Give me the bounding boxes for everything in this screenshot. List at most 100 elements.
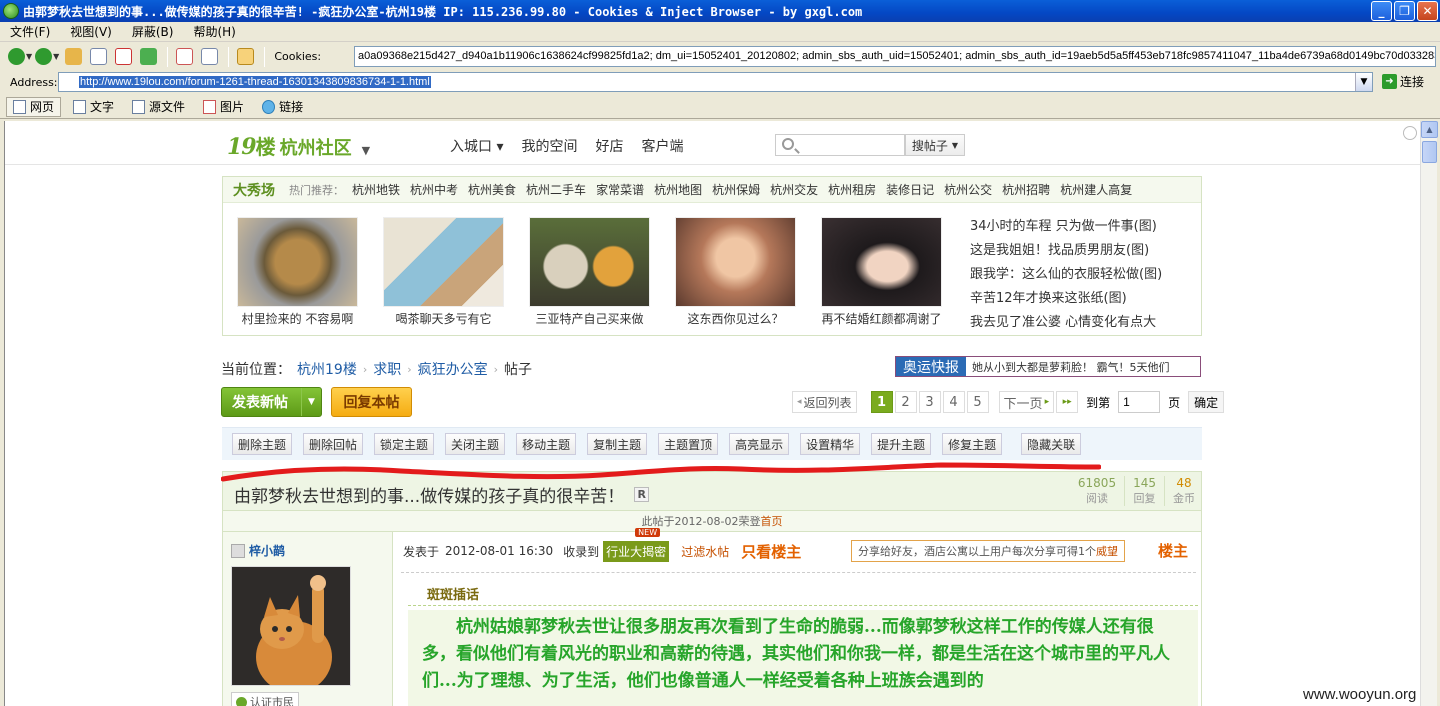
author-name-text[interactable]: 梓小鹋: [249, 542, 285, 559]
inject-button[interactable]: [234, 46, 256, 68]
thumbnail-caption[interactable]: 这东西你见过么？: [675, 310, 796, 327]
hot-tag[interactable]: 杭州租房: [828, 181, 876, 198]
menu-block[interactable]: 屏蔽(B): [132, 23, 174, 40]
hot-tag[interactable]: 杭州地铁: [352, 181, 400, 198]
hot-tag[interactable]: 杭州招聘: [1002, 181, 1050, 198]
thumbnail-image[interactable]: [383, 217, 504, 307]
side-link[interactable]: 跟我学：这么仙的衣服轻松做(图): [970, 263, 1162, 287]
new-page-button[interactable]: [87, 46, 109, 68]
vertical-scrollbar[interactable]: ▲: [1420, 121, 1438, 706]
nav-my-space[interactable]: 我的空间: [521, 136, 577, 156]
only-op-link[interactable]: 只看楼主: [741, 541, 801, 562]
breadcrumb-link[interactable]: 疯狂办公室: [418, 359, 488, 379]
chevron-down-icon[interactable]: ▼: [1355, 73, 1372, 91]
save-button[interactable]: [173, 46, 195, 68]
thumbnail-item[interactable]: 这东西你见过么？: [675, 217, 796, 327]
hot-tag[interactable]: 杭州二手车: [526, 181, 586, 198]
site-logo[interactable]: 19 楼 杭州社区 ▼: [227, 131, 370, 160]
admin-button[interactable]: 删除回帖: [303, 433, 364, 455]
hot-tag[interactable]: 装修日记: [886, 181, 934, 198]
back-button[interactable]: ▼: [8, 46, 32, 68]
hot-tag[interactable]: 杭州地图: [654, 181, 702, 198]
copy-button[interactable]: [198, 46, 220, 68]
goto-ok-button[interactable]: 确定: [1188, 391, 1225, 413]
restore-button[interactable]: ❐: [1394, 1, 1415, 21]
nav-shops[interactable]: 好店: [595, 136, 623, 156]
page-link[interactable]: 4: [942, 391, 965, 413]
thumbnail-image[interactable]: [529, 217, 650, 307]
avatar[interactable]: [231, 566, 351, 686]
thumbnail-caption[interactable]: 三亚特产自己买来做: [529, 310, 650, 327]
menu-view[interactable]: 视图(V): [70, 23, 112, 40]
goto-page-input[interactable]: [1118, 391, 1161, 413]
olympic-text[interactable]: 她从小到大都是萝莉脸！ 霸气！5天他们: [972, 359, 1170, 375]
last-page-button[interactable]: ▸▸: [1056, 391, 1079, 413]
author-name[interactable]: 梓小鹋: [231, 542, 285, 559]
thumbnail-image[interactable]: [237, 217, 358, 307]
breadcrumb-link[interactable]: 求职: [373, 359, 401, 379]
scroll-up-icon[interactable]: ▲: [1421, 121, 1438, 138]
side-link[interactable]: 我去见了准公婆 心情变化有点大: [970, 311, 1162, 335]
page-link[interactable]: 2: [894, 391, 917, 413]
chevron-down-icon[interactable]: ▼: [301, 388, 321, 416]
hot-tag[interactable]: 杭州中考: [410, 181, 458, 198]
hot-tag[interactable]: 杭州保姆: [712, 181, 760, 198]
tab-webpage[interactable]: 网页: [6, 96, 62, 117]
admin-button[interactable]: 修复主题: [942, 433, 1003, 455]
admin-button[interactable]: 提升主题: [871, 433, 932, 455]
side-link[interactable]: 辛苦12年才换来这张纸(图): [970, 287, 1162, 311]
thumbnail-item[interactable]: 再不结婚红颜都凋谢了: [821, 217, 942, 327]
page-link-current[interactable]: 1: [870, 391, 893, 413]
scrollbar-thumb[interactable]: [1422, 141, 1437, 163]
menu-file[interactable]: 文件(F): [10, 23, 50, 40]
admin-button[interactable]: 主题置顶: [658, 433, 719, 455]
page-link[interactable]: 3: [918, 391, 941, 413]
stop-button[interactable]: [112, 46, 134, 68]
breadcrumb-link[interactable]: 杭州19楼: [297, 359, 357, 379]
admin-button[interactable]: 移动主题: [516, 433, 577, 455]
new-post-button[interactable]: 发表新帖 ▼: [221, 387, 322, 417]
forward-button[interactable]: ▼: [35, 46, 59, 68]
admin-button[interactable]: 关闭主题: [445, 433, 506, 455]
home-button[interactable]: [62, 46, 84, 68]
thumbnail-item[interactable]: 喝茶聊天多亏有它: [383, 217, 504, 327]
r-badge[interactable]: R: [634, 487, 650, 502]
address-input[interactable]: http://www.19lou.com/forum-1261-thread-1…: [58, 72, 1373, 92]
tab-text[interactable]: 文字: [67, 97, 120, 117]
admin-button[interactable]: 隐藏关联: [1021, 433, 1082, 455]
hot-tag[interactable]: 杭州建人高复: [1060, 181, 1132, 198]
tab-links[interactable]: 链接: [256, 97, 309, 117]
cookies-input[interactable]: a0a09368e215d427_d940a1b11906c1638624cf9…: [354, 46, 1436, 67]
olympic-news[interactable]: 奥运快报 她从小到大都是萝莉脸！ 霸气！5天他们: [895, 356, 1201, 377]
reply-button[interactable]: 回复本帖: [331, 387, 412, 417]
share-coin[interactable]: 威望: [1096, 543, 1118, 559]
thumbnail-caption[interactable]: 村里捡来的 不容易啊: [237, 310, 358, 327]
page-link[interactable]: 5: [966, 391, 989, 413]
tab-source[interactable]: 源文件: [126, 97, 191, 117]
side-link[interactable]: 这是我姐姐！找品质男朋友(图): [970, 239, 1162, 263]
thumbnail-caption[interactable]: 喝茶聊天多亏有它: [383, 310, 504, 327]
menu-help[interactable]: 帮助(H): [193, 23, 235, 40]
hot-tag[interactable]: 杭州美食: [468, 181, 516, 198]
industry-tag[interactable]: NEW 行业大揭密: [603, 527, 670, 562]
hot-tag[interactable]: 家常菜谱: [596, 181, 644, 198]
side-link[interactable]: 34小时的车程 只为做一件事(图): [970, 215, 1162, 239]
thumbnail-item[interactable]: 村里捡来的 不容易啊: [237, 217, 358, 327]
share-box[interactable]: 分享给好友，酒店公寓以上用户每次分享可得1个 威望: [851, 540, 1125, 562]
hot-tag[interactable]: 杭州交友: [770, 181, 818, 198]
admin-button[interactable]: 删除主题: [232, 433, 293, 455]
verified-badge[interactable]: 认证市民: [231, 692, 299, 706]
search-input[interactable]: [775, 134, 905, 156]
hot-tag[interactable]: 杭州公交: [944, 181, 992, 198]
notice-link[interactable]: 首页: [760, 513, 782, 529]
minimize-button[interactable]: _: [1371, 1, 1392, 21]
nav-entrance[interactable]: 入城口 ▾: [450, 136, 503, 156]
admin-button[interactable]: 设置精华: [800, 433, 861, 455]
city-dropdown-icon[interactable]: ▼: [362, 144, 370, 157]
thumbnail-image[interactable]: [675, 217, 796, 307]
close-button[interactable]: ✕: [1417, 1, 1438, 21]
admin-button[interactable]: 复制主题: [587, 433, 648, 455]
nav-client[interactable]: 客户端: [641, 136, 683, 156]
thumbnail-caption[interactable]: 再不结婚红颜都凋谢了: [821, 310, 942, 327]
back-to-list-button[interactable]: ◂ 返回列表: [792, 391, 857, 413]
